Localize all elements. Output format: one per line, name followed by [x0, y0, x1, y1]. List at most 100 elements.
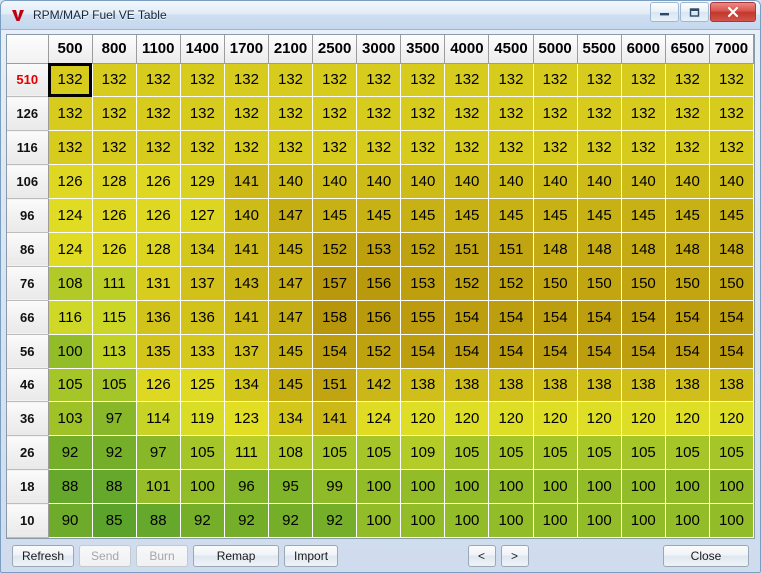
cell-r56-c1700[interactable]: 137: [224, 334, 269, 369]
cell-r510-c3000[interactable]: 132: [356, 63, 402, 98]
cell-r76-c5500[interactable]: 150: [577, 266, 622, 301]
cell-r126-c3500[interactable]: 132: [400, 96, 446, 132]
cell-r36-c1400[interactable]: 119: [180, 401, 225, 437]
cell-r510-c2500[interactable]: 132: [312, 63, 358, 98]
cell-r76-c800[interactable]: 111: [92, 266, 137, 301]
cell-r106-c7000[interactable]: 140: [709, 164, 754, 200]
cell-r126-c1400[interactable]: 132: [180, 96, 225, 132]
cell-r76-c6500[interactable]: 150: [665, 266, 710, 301]
cell-r76-c500[interactable]: 108: [48, 266, 93, 301]
cell-r96-c5500[interactable]: 145: [577, 198, 622, 233]
cell-r56-c2500[interactable]: 154: [312, 334, 358, 369]
cell-r106-c6000[interactable]: 140: [621, 164, 666, 200]
column-header-5000[interactable]: 5000: [533, 35, 578, 64]
cell-r126-c4500[interactable]: 132: [488, 96, 534, 132]
cell-r116-c4500[interactable]: 132: [488, 130, 534, 166]
cell-r10-c7000[interactable]: 100: [709, 503, 754, 538]
cell-r46-c5500[interactable]: 138: [577, 368, 622, 403]
cell-r66-c3000[interactable]: 156: [356, 300, 402, 335]
cell-r26-c4000[interactable]: 105: [444, 435, 490, 471]
cell-r46-c2100[interactable]: 145: [268, 368, 314, 403]
cell-r18-c7000[interactable]: 100: [709, 469, 754, 505]
cell-r86-c5500[interactable]: 148: [577, 232, 622, 267]
cell-r510-c500[interactable]: 132: [48, 63, 93, 98]
cell-r510-c1400[interactable]: 132: [180, 63, 225, 98]
cell-r66-c500[interactable]: 116: [48, 300, 93, 335]
column-header-3500[interactable]: 3500: [400, 35, 446, 64]
cell-r510-c2100[interactable]: 132: [268, 63, 314, 98]
import-button[interactable]: Import: [284, 544, 339, 567]
cell-r96-c1700[interactable]: 140: [224, 198, 269, 233]
cell-r96-c6000[interactable]: 145: [621, 198, 666, 233]
cell-r10-c5000[interactable]: 100: [533, 503, 578, 538]
cell-r116-c3000[interactable]: 132: [356, 130, 402, 166]
cell-r106-c4500[interactable]: 140: [488, 164, 534, 200]
cell-r18-c4000[interactable]: 100: [444, 469, 490, 505]
cell-r510-c1100[interactable]: 132: [136, 63, 181, 98]
cell-r96-c1400[interactable]: 127: [180, 198, 225, 233]
cell-r18-c5000[interactable]: 100: [533, 469, 578, 505]
minimize-button[interactable]: [650, 2, 679, 22]
cell-r26-c6000[interactable]: 105: [621, 435, 666, 471]
cell-r46-c1700[interactable]: 134: [224, 368, 269, 403]
cell-r96-c5000[interactable]: 145: [533, 198, 578, 233]
cell-r76-c6000[interactable]: 150: [621, 266, 666, 301]
cell-r26-c1400[interactable]: 105: [180, 435, 225, 471]
cell-r76-c5000[interactable]: 150: [533, 266, 578, 301]
cell-r36-c800[interactable]: 97: [92, 401, 137, 437]
cell-r116-c5500[interactable]: 132: [577, 130, 622, 166]
cell-r66-c7000[interactable]: 154: [709, 300, 754, 335]
cell-r66-c3500[interactable]: 155: [400, 300, 446, 335]
cell-r106-c5000[interactable]: 140: [533, 164, 578, 200]
cell-r116-c800[interactable]: 132: [92, 130, 137, 166]
cell-r36-c6000[interactable]: 120: [621, 401, 666, 437]
cell-r18-c3500[interactable]: 100: [400, 469, 446, 505]
cell-r106-c2100[interactable]: 140: [268, 164, 314, 200]
column-header-2500[interactable]: 2500: [312, 35, 358, 64]
ve-table-container[interactable]: 500 800 1100 1400 1700 2100 2500 3000 3500 4000 45…: [6, 34, 755, 539]
column-header-5500[interactable]: 5500: [577, 35, 622, 64]
cell-r96-c2500[interactable]: 145: [312, 198, 358, 233]
cell-r18-c2500[interactable]: 99: [312, 469, 358, 505]
row-header-36[interactable]: 36: [7, 401, 49, 437]
cell-r18-c4500[interactable]: 100: [488, 469, 534, 505]
cell-r10-c2500[interactable]: 92: [312, 503, 358, 538]
maximize-button[interactable]: [680, 2, 709, 22]
cell-r86-c7000[interactable]: 148: [709, 232, 754, 267]
cell-r10-c2100[interactable]: 92: [268, 503, 314, 538]
cell-r66-c2500[interactable]: 158: [312, 300, 358, 335]
cell-r18-c500[interactable]: 88: [48, 469, 93, 505]
cell-r86-c4000[interactable]: 151: [444, 232, 490, 267]
column-header-4000[interactable]: 4000: [444, 35, 490, 64]
row-header-66[interactable]: 66: [7, 300, 49, 335]
cell-r56-c6000[interactable]: 154: [621, 334, 666, 369]
cell-r86-c6500[interactable]: 148: [665, 232, 710, 267]
cell-r18-c1400[interactable]: 100: [180, 469, 225, 505]
remap-button[interactable]: Remap: [193, 544, 280, 567]
cell-r126-c500[interactable]: 132: [48, 96, 93, 132]
cell-r46-c800[interactable]: 105: [92, 368, 137, 403]
cell-r46-c6000[interactable]: 138: [621, 368, 666, 403]
row-header-96[interactable]: 96: [7, 198, 49, 233]
cell-r56-c1100[interactable]: 135: [136, 334, 181, 369]
column-header-1400[interactable]: 1400: [180, 35, 225, 64]
cell-r76-c1400[interactable]: 137: [180, 266, 225, 301]
cell-r106-c1400[interactable]: 129: [180, 164, 225, 200]
cell-r126-c6500[interactable]: 132: [665, 96, 710, 132]
cell-r66-c5500[interactable]: 154: [577, 300, 622, 335]
cell-r116-c4000[interactable]: 132: [444, 130, 490, 166]
cell-r510-c3500[interactable]: 132: [400, 63, 446, 98]
cell-r10-c500[interactable]: 90: [48, 503, 93, 538]
cell-r106-c3500[interactable]: 140: [400, 164, 446, 200]
cell-r18-c6000[interactable]: 100: [621, 469, 666, 505]
cell-r18-c800[interactable]: 88: [92, 469, 137, 505]
column-header-6500[interactable]: 6500: [665, 35, 710, 64]
cell-r126-c1100[interactable]: 132: [136, 96, 181, 132]
cell-r46-c7000[interactable]: 138: [709, 368, 754, 403]
cell-r36-c5000[interactable]: 120: [533, 401, 578, 437]
cell-r126-c2100[interactable]: 132: [268, 96, 314, 132]
close-dialog-button[interactable]: Close: [663, 544, 749, 567]
cell-r76-c4500[interactable]: 152: [488, 266, 534, 301]
row-header-126[interactable]: 126: [7, 96, 49, 132]
cell-r56-c2100[interactable]: 145: [268, 334, 314, 369]
